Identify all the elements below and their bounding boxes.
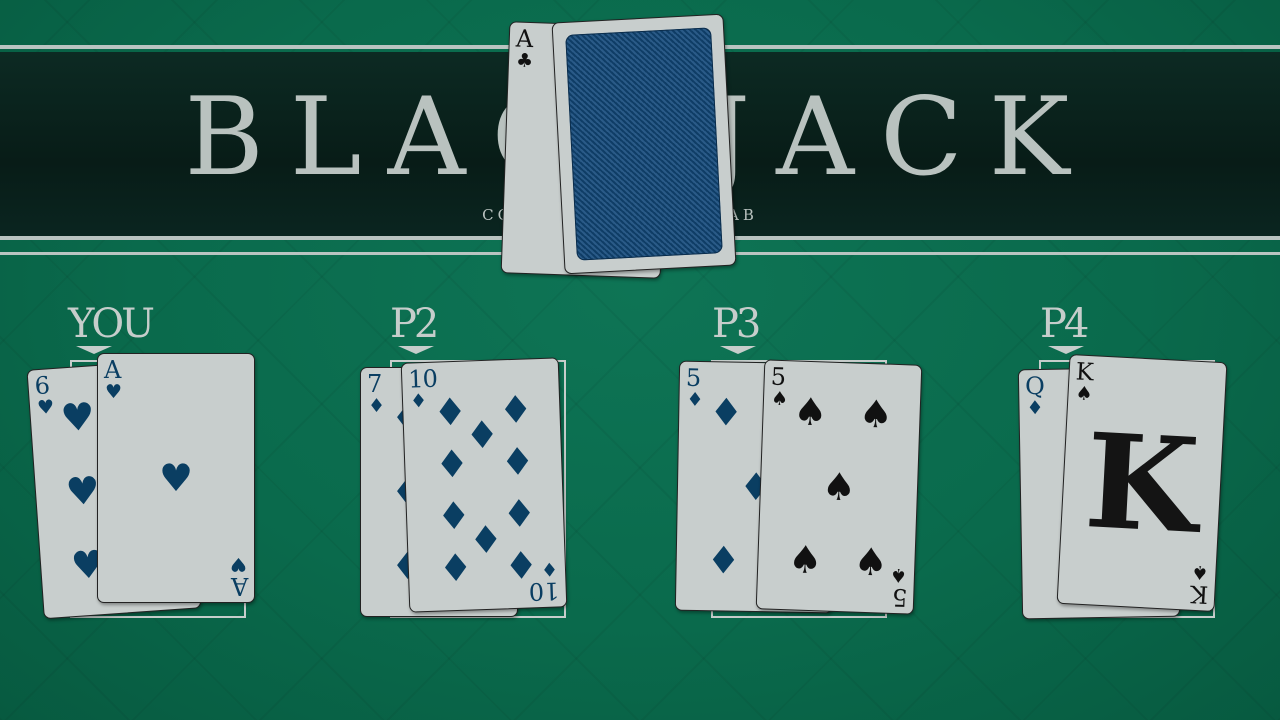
diamond-suit-icon: ♦ [1026, 396, 1044, 420]
spade-suit-icon: ♠ [1190, 560, 1209, 584]
diamond-pip-icon: ♦ [501, 490, 538, 537]
player-card[interactable]: A ♥ A ♥ ♥ [97, 353, 255, 603]
club-suit-icon: ♣ [515, 49, 534, 73]
card-rank: 10 [407, 364, 438, 394]
player-card[interactable]: 5 ♠ 5 ♠ ♠ ♠ ♠ ♠ ♠ [755, 359, 923, 615]
diamond-suit-icon: ♦ [368, 395, 386, 417]
diamond-suit-icon: ♦ [540, 557, 559, 581]
spade-pip-icon: ♠ [787, 537, 824, 583]
diamond-suit-icon: ♦ [409, 389, 428, 413]
player-card[interactable]: 10 ♦ 10 ♦ ♦ ♦ ♦ ♦ ♦ ♦ ♦ ♦ ♦ ♦ [400, 357, 568, 613]
chevron-down-icon [1048, 346, 1084, 354]
card-rank: K [1075, 357, 1094, 387]
diamond-pip-icon: ♦ [436, 493, 472, 539]
heart-suit-icon: ♥ [36, 395, 55, 420]
card-rank: 5 [685, 363, 701, 393]
diamond-pip-icon: ♦ [497, 386, 534, 433]
card-rank: 7 [367, 370, 382, 398]
heart-suit-icon: ♥ [229, 553, 247, 575]
card-rank: A [104, 356, 121, 384]
card-rank-bottom: 5 [891, 582, 908, 612]
draw-pile-card-back[interactable] [551, 13, 737, 275]
card-back-pattern [565, 27, 723, 261]
spade-suit-icon: ♠ [889, 563, 908, 587]
spade-pip-icon: ♠ [858, 391, 894, 437]
card-rank: 6 [33, 371, 50, 401]
diamond-pip-icon: ♦ [706, 538, 741, 584]
diamond-pip-icon: ♦ [499, 438, 536, 485]
player-card[interactable]: K ♠ K ♠ K [1056, 354, 1228, 612]
spade-pip-icon: ♠ [821, 464, 857, 510]
spade-suit-icon: ♠ [770, 387, 789, 411]
spade-pip-icon: ♠ [852, 539, 889, 586]
heart-suit-icon: ♥ [105, 381, 123, 403]
card-rank-bottom: K [1189, 579, 1209, 609]
heart-pip-icon: ♥ [64, 468, 102, 515]
card-rank: A [515, 24, 533, 54]
chevron-down-icon [398, 346, 434, 354]
diamond-pip-icon: ♦ [468, 516, 504, 563]
diamond-suit-icon: ♦ [686, 388, 704, 412]
player-label: P2 [390, 301, 439, 347]
diamond-pip-icon: ♦ [503, 542, 539, 589]
face-card-letter: K [1081, 404, 1203, 563]
player-label: P3 [712, 301, 761, 347]
player-label: P4 [1040, 301, 1089, 347]
diamond-pip-icon: ♦ [464, 412, 501, 459]
heart-pip-icon: ♥ [158, 456, 194, 500]
diamond-pip-icon: ♦ [708, 389, 744, 435]
spade-pip-icon: ♠ [792, 388, 829, 435]
card-rank: Q [1024, 371, 1045, 401]
diamond-pip-icon: ♦ [432, 389, 469, 435]
heart-pip-icon: ♥ [59, 393, 97, 441]
spade-suit-icon: ♠ [1075, 382, 1094, 406]
card-rank: 5 [770, 362, 786, 392]
chevron-down-icon [720, 346, 756, 354]
card-rank-bottom: A [230, 572, 248, 600]
player-label: YOU [68, 301, 155, 347]
diamond-pip-icon: ♦ [437, 545, 474, 591]
diamond-pip-icon: ♦ [434, 441, 470, 487]
